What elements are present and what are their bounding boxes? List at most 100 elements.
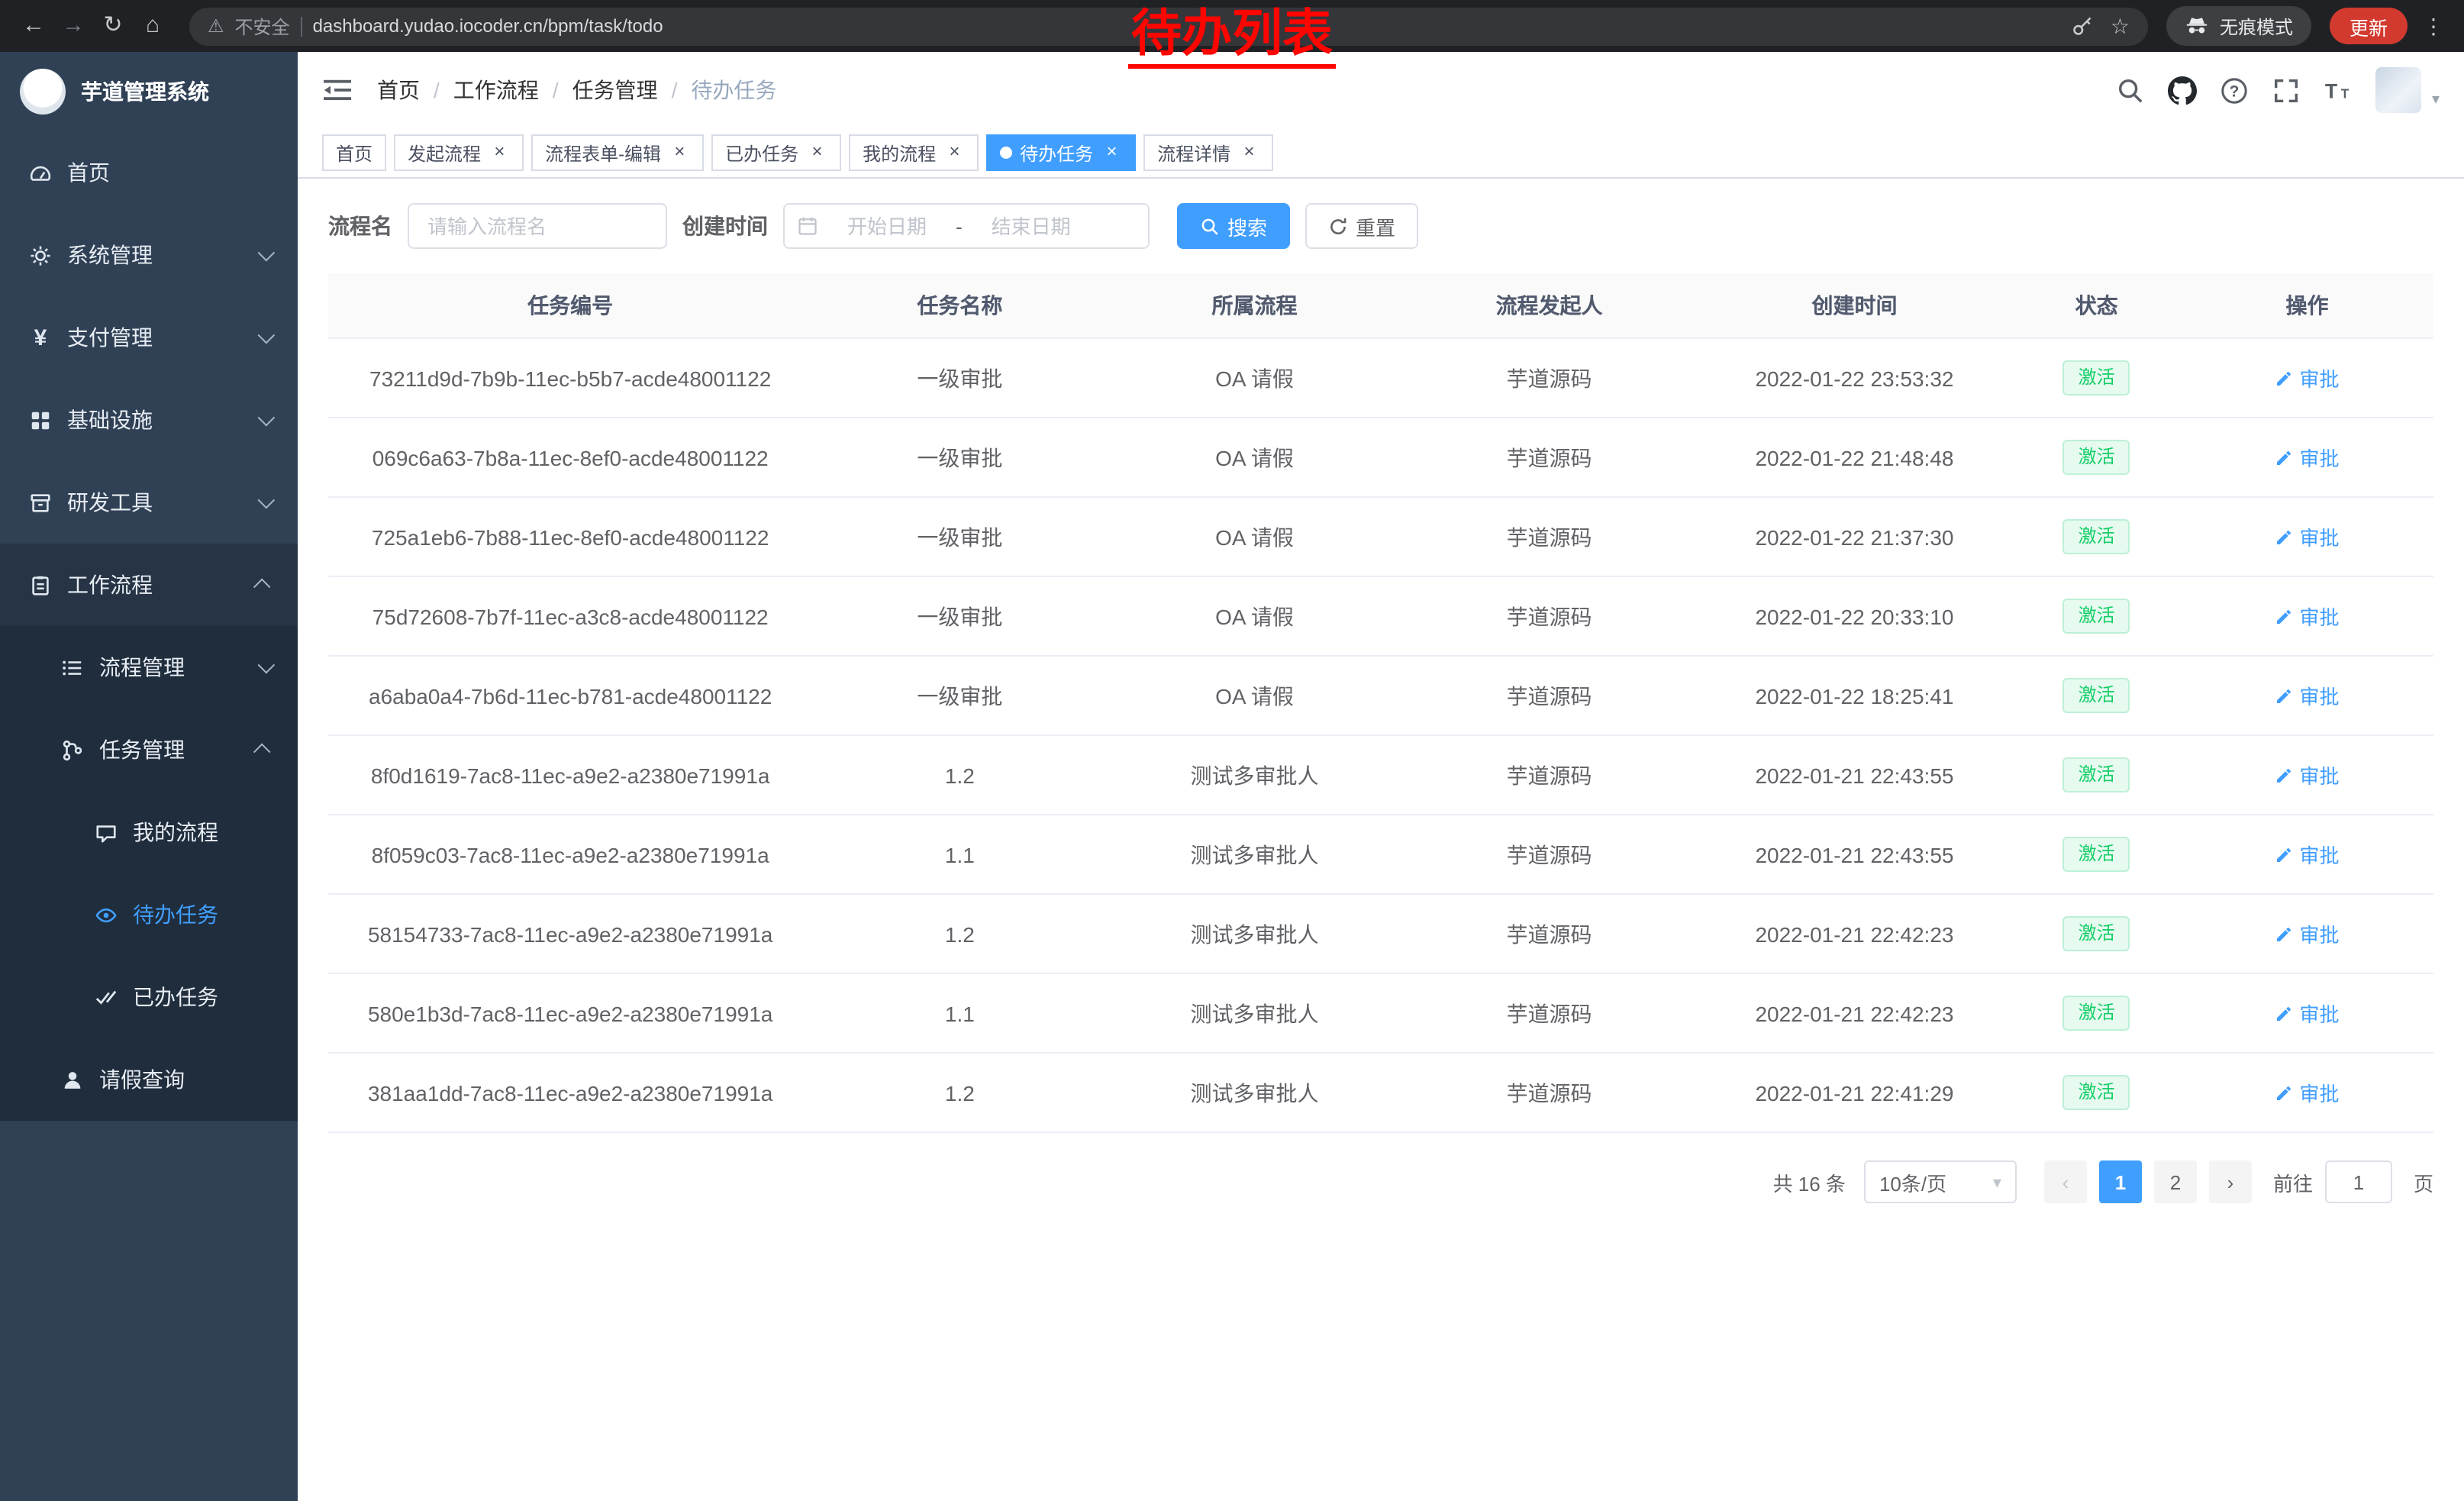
sidebar-item-system[interactable]: 系统管理 xyxy=(0,214,298,296)
approve-link[interactable]: 审批 xyxy=(2275,1078,2339,1107)
breadcrumb-home[interactable]: 首页 xyxy=(377,75,420,105)
reset-button[interactable]: 重置 xyxy=(1305,203,1418,249)
table-row: 8f059c03-7ac8-11ec-a9e2-a2380e71991a 1.1… xyxy=(328,815,2433,894)
process-name-input[interactable] xyxy=(408,203,667,249)
cell-process: OA 请假 xyxy=(1107,656,1401,735)
next-page-button[interactable]: › xyxy=(2209,1160,2252,1203)
cell-created: 2022-01-22 21:37:30 xyxy=(1697,497,2013,576)
cell-status: 激活 xyxy=(2012,656,2181,735)
cell-task-name: 1.1 xyxy=(812,815,1107,894)
sidebar-item-process-mgmt[interactable]: 流程管理 xyxy=(0,626,298,709)
approve-link[interactable]: 审批 xyxy=(2275,999,2339,1028)
sidebar-item-my-process[interactable]: 我的流程 xyxy=(0,791,298,873)
sidebar-item-leave-query[interactable]: 请假查询 xyxy=(0,1038,298,1121)
fullscreen-icon[interactable] xyxy=(2272,76,2301,105)
approve-link[interactable]: 审批 xyxy=(2275,363,2339,392)
page-size-select[interactable]: 10条/页 ▾ xyxy=(1864,1160,2017,1203)
approve-label: 审批 xyxy=(2299,602,2339,631)
sidebar-item-devtools[interactable]: 研发工具 xyxy=(0,461,298,544)
tab-close-icon[interactable]: × xyxy=(669,142,690,163)
sidebar-item-todo-task[interactable]: 待办任务 xyxy=(0,873,298,956)
update-button[interactable]: 更新 xyxy=(2330,8,2408,44)
help-icon[interactable]: ? xyxy=(2220,76,2249,105)
cell-task-id: 8f0d1619-7ac8-11ec-a9e2-a2380e71991a xyxy=(328,735,812,815)
approve-link[interactable]: 审批 xyxy=(2275,522,2339,551)
cell-task-id: 75d72608-7b7f-11ec-a3c8-acde48001122 xyxy=(328,576,812,656)
search-button[interactable]: 搜索 xyxy=(1177,203,1290,249)
tab[interactable]: 待办任务 × xyxy=(986,134,1136,171)
prev-page-button[interactable]: ‹ xyxy=(2044,1160,2087,1203)
approve-link[interactable]: 审批 xyxy=(2275,840,2339,869)
eye-icon xyxy=(95,903,118,926)
approve-link[interactable]: 审批 xyxy=(2275,443,2339,472)
cell-created: 2022-01-21 22:42:23 xyxy=(1697,973,2013,1053)
cell-status: 激活 xyxy=(2012,338,2181,418)
approve-link[interactable]: 审批 xyxy=(2275,602,2339,631)
date-range-picker[interactable]: - xyxy=(783,203,1150,249)
sidebar-item-task-mgmt[interactable]: 任务管理 xyxy=(0,709,298,791)
address-bar[interactable]: ⚠ 不安全 dashboard.yudao.iocoder.cn/bpm/tas… xyxy=(189,7,2148,45)
sidebar-item-infra[interactable]: 基础设施 xyxy=(0,379,298,461)
sidebar-item-done-task[interactable]: 已办任务 xyxy=(0,956,298,1038)
key-icon[interactable] xyxy=(2072,15,2094,37)
tab[interactable]: 首页 xyxy=(322,134,386,171)
edit-pen-icon xyxy=(2275,1004,2293,1022)
sidebar-item-label: 待办任务 xyxy=(133,899,218,930)
hamburger-icon[interactable] xyxy=(322,75,353,105)
tab-close-icon[interactable]: × xyxy=(943,142,965,163)
sidebar-item-workflow[interactable]: 工作流程 xyxy=(0,544,298,626)
tab-label: 首页 xyxy=(336,140,373,166)
dashboard-icon xyxy=(29,161,52,184)
date-range-separator: - xyxy=(956,215,963,237)
page-button-2[interactable]: 2 xyxy=(2154,1160,2197,1203)
cell-task-name: 一级审批 xyxy=(812,656,1107,735)
cell-task-id: 8f059c03-7ac8-11ec-a9e2-a2380e71991a xyxy=(328,815,812,894)
home-icon[interactable]: ⌂ xyxy=(134,8,171,44)
end-date-input[interactable] xyxy=(966,213,1097,239)
breadcrumb-task-mgmt[interactable]: 任务管理 xyxy=(572,75,658,105)
logo[interactable]: 芋道管理系统 xyxy=(0,52,298,131)
breadcrumb-workflow[interactable]: 工作流程 xyxy=(453,75,539,105)
browser-menu-icon[interactable]: ⋮ xyxy=(2418,13,2449,39)
tab-close-icon[interactable]: × xyxy=(489,142,510,163)
user-avatar[interactable] xyxy=(2375,67,2421,113)
start-date-input[interactable] xyxy=(821,213,953,239)
main-column: 首页 / 工作流程 / 任务管理 / 待办任务 xyxy=(298,52,2464,1501)
task-table: 任务编号 任务名称 所属流程 流程发起人 创建时间 状态 操作 73211d9d… xyxy=(328,273,2433,1133)
tab-close-icon[interactable]: × xyxy=(1101,142,1122,163)
font-size-icon[interactable]: T T xyxy=(2324,76,2353,105)
url-text[interactable]: dashboard.yudao.iocoder.cn/bpm/task/todo xyxy=(313,15,663,37)
forward-icon[interactable]: → xyxy=(55,8,92,44)
tab[interactable]: 我的流程 × xyxy=(849,134,979,171)
tab-close-icon[interactable]: × xyxy=(806,142,827,163)
tab[interactable]: 流程详情 × xyxy=(1143,134,1273,171)
cell-status: 激活 xyxy=(2012,1053,2181,1132)
back-icon[interactable]: ← xyxy=(15,8,52,44)
avatar-caret-icon[interactable]: ▾ xyxy=(2432,92,2440,108)
tab-close-icon[interactable]: × xyxy=(1238,142,1259,163)
approve-link[interactable]: 审批 xyxy=(2275,760,2339,789)
tab[interactable]: 发起流程 × xyxy=(394,134,524,171)
chevron-up-icon xyxy=(253,744,271,761)
edit-pen-icon xyxy=(2275,448,2293,466)
page-button-1[interactable]: 1 xyxy=(2099,1160,2142,1203)
sidebar-item-label: 支付管理 xyxy=(67,322,153,353)
breadcrumb-current: 待办任务 xyxy=(691,75,776,105)
bookmark-star-icon[interactable]: ☆ xyxy=(2111,13,2130,39)
approve-link[interactable]: 审批 xyxy=(2275,919,2339,948)
sidebar-item-payment[interactable]: ¥ 支付管理 xyxy=(0,296,298,379)
tab[interactable]: 流程表单-编辑 × xyxy=(531,134,704,171)
reload-icon[interactable]: ↻ xyxy=(95,8,131,44)
search-icon[interactable] xyxy=(2116,76,2145,105)
github-icon[interactable] xyxy=(2168,76,2197,105)
pagination: 共 16 条 10条/页 ▾ ‹ 1 2 › 前往 页 xyxy=(328,1160,2433,1203)
sidebar-item-label: 研发工具 xyxy=(67,487,153,518)
sidebar-item-label: 基础设施 xyxy=(67,405,153,435)
goto-page-input[interactable] xyxy=(2325,1160,2392,1203)
cell-starter: 芋道源码 xyxy=(1402,497,1697,576)
tab[interactable]: 已办任务 × xyxy=(711,134,841,171)
incognito-badge: 无痕模式 xyxy=(2166,6,2311,46)
sidebar-item-home[interactable]: 首页 xyxy=(0,131,298,214)
status-badge: 激活 xyxy=(2063,519,2130,554)
approve-link[interactable]: 审批 xyxy=(2275,681,2339,710)
